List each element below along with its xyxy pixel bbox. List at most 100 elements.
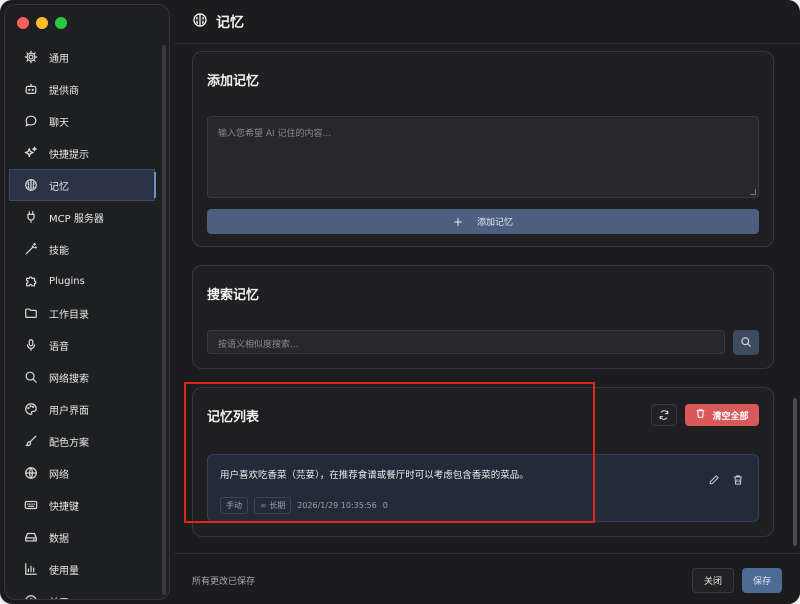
search-icon xyxy=(740,333,752,352)
sidebar-item-label: 工作目录 xyxy=(49,309,89,321)
refresh-button[interactable] xyxy=(651,404,677,426)
add-memory-button-label: 添加记忆 xyxy=(477,218,514,228)
keyboard-icon xyxy=(23,497,39,513)
close-window-button[interactable] xyxy=(17,17,29,29)
search-input[interactable]: 按语义相似度搜索... xyxy=(207,330,725,354)
minimize-window-button[interactable] xyxy=(36,17,48,29)
sidebar-item-skills[interactable]: 技能 xyxy=(5,233,159,265)
page-header: 记忆 xyxy=(174,0,800,44)
sidebar-item-working-directory[interactable]: 工作目录 xyxy=(5,297,159,329)
sidebar-scrollbar[interactable] xyxy=(162,45,166,595)
main-panel: 记忆 添加记忆 输入您希望 AI 记住的内容... + 添加记忆 搜索记忆 按语… xyxy=(174,0,800,604)
bot-icon xyxy=(23,81,39,97)
sidebar-item-label: 网络 xyxy=(49,469,69,481)
search-button[interactable] xyxy=(733,330,759,355)
refresh-icon xyxy=(658,406,670,425)
duration-badge: ∞ 长期 xyxy=(254,497,292,514)
traffic-lights xyxy=(17,17,67,29)
sidebar-item-voice[interactable]: 语音 xyxy=(5,329,159,361)
sidebar-item-label: 关于 xyxy=(49,594,69,600)
sidebar-item-label: 快捷提示 xyxy=(49,149,89,161)
magic-wand-icon xyxy=(23,241,39,257)
list-item[interactable]: 用户喜欢吃香菜（芫荽），在推荐食谱或餐厅时可以考虑包含香菜的菜品。 手动 ∞ 长… xyxy=(207,454,759,522)
close-button[interactable]: 关闭 xyxy=(692,568,734,593)
sidebar-item-quick-prompts[interactable]: 快捷提示 xyxy=(5,137,159,169)
sidebar-item-label: 配色方案 xyxy=(49,437,89,449)
sidebar-item-label: 网络搜索 xyxy=(49,373,89,385)
folder-icon xyxy=(23,305,39,321)
maximize-window-button[interactable] xyxy=(55,17,67,29)
sidebar-item-label: 技能 xyxy=(49,245,69,257)
sidebar-item-general[interactable]: 通用 xyxy=(5,41,159,73)
save-button[interactable]: 保存 xyxy=(742,568,782,593)
sidebar-item-label: 快捷键 xyxy=(49,501,79,513)
sidebar-item-plugins[interactable]: Plugins xyxy=(5,265,159,297)
item-actions xyxy=(708,471,744,490)
add-memory-card: 添加记忆 输入您希望 AI 记住的内容... + 添加记忆 xyxy=(192,51,774,247)
duration-label: 长期 xyxy=(269,501,286,510)
sidebar-item-data[interactable]: 数据 xyxy=(5,521,159,553)
clear-all-label: 清空全部 xyxy=(712,411,749,422)
footer: 所有更改已保存 关闭 保存 xyxy=(174,553,800,604)
sidebar-item-label: 语音 xyxy=(49,341,69,353)
memory-list-card: 记忆列表 清空全部 用户喜欢吃香菜（芫荽），在推荐食谱或餐厅时可以考虑包含香菜的… xyxy=(192,387,774,537)
resize-handle[interactable] xyxy=(750,189,756,195)
sidebar: 通用 提供商 聊天 快捷提示 记忆 MCP 服务器 技能 Plugins 工作目… xyxy=(4,4,170,600)
sidebar-item-providers[interactable]: 提供商 xyxy=(5,73,159,105)
add-memory-button[interactable]: + 添加记忆 xyxy=(207,209,759,234)
trash-icon xyxy=(695,408,712,422)
sidebar-item-label: 使用量 xyxy=(49,565,79,577)
globe-icon xyxy=(23,465,39,481)
memory-list-title: 记忆列表 xyxy=(207,410,260,425)
microphone-icon xyxy=(23,337,39,353)
search-memory-card: 搜索记忆 按语义相似度搜索... xyxy=(192,265,774,369)
brain-icon xyxy=(192,12,208,32)
sidebar-item-user-interface[interactable]: 用户界面 xyxy=(5,393,159,425)
sidebar-item-usage[interactable]: 使用量 xyxy=(5,553,159,585)
chat-bubble-icon xyxy=(23,113,39,129)
sidebar-item-memory[interactable]: 记忆 xyxy=(9,169,156,201)
textarea-placeholder: 输入您希望 AI 记住的内容... xyxy=(218,129,332,139)
timestamp: 2026/1/29 10:35:56 xyxy=(297,501,377,510)
sidebar-item-label: 聊天 xyxy=(49,117,69,129)
sidebar-nav: 通用 提供商 聊天 快捷提示 记忆 MCP 服务器 技能 Plugins 工作目… xyxy=(5,41,159,600)
page-title: 记忆 xyxy=(216,14,244,31)
add-memory-title: 添加记忆 xyxy=(207,74,260,89)
memory-content-textarea[interactable]: 输入您希望 AI 记住的内容... xyxy=(207,116,759,198)
edit-icon[interactable] xyxy=(708,471,720,490)
info-icon xyxy=(23,593,39,599)
sidebar-item-label: 通用 xyxy=(49,53,69,65)
plus-icon: + xyxy=(452,214,464,229)
memory-meta: 手动 ∞ 长期 2026/1/29 10:35:56 0 xyxy=(220,497,388,514)
sparkles-icon xyxy=(23,145,39,161)
brush-icon xyxy=(23,433,39,449)
sidebar-item-shortcuts[interactable]: 快捷键 xyxy=(5,489,159,521)
brain-icon xyxy=(23,177,39,193)
settings-window: 通用 提供商 聊天 快捷提示 记忆 MCP 服务器 技能 Plugins 工作目… xyxy=(0,0,800,604)
sidebar-item-label: 数据 xyxy=(49,533,69,545)
usage-count: 0 xyxy=(382,501,388,510)
sidebar-item-label: 记忆 xyxy=(49,181,69,193)
search-memory-title: 搜索记忆 xyxy=(207,288,260,303)
sidebar-item-label: MCP 服务器 xyxy=(49,213,104,225)
sidebar-item-label: Plugins xyxy=(49,275,85,287)
sidebar-item-about[interactable]: 关于 xyxy=(5,585,159,600)
puzzle-icon xyxy=(23,273,39,289)
sidebar-item-label: 用户界面 xyxy=(49,405,89,417)
drive-icon xyxy=(23,529,39,545)
sidebar-item-network[interactable]: 网络 xyxy=(5,457,159,489)
save-status: 所有更改已保存 xyxy=(192,577,256,587)
search-placeholder: 按语义相似度搜索... xyxy=(218,340,299,350)
sidebar-item-web-search[interactable]: 网络搜索 xyxy=(5,361,159,393)
main-scrollbar[interactable] xyxy=(793,398,797,546)
sidebar-item-color-scheme[interactable]: 配色方案 xyxy=(5,425,159,457)
delete-icon[interactable] xyxy=(732,471,744,490)
bar-chart-icon xyxy=(23,561,39,577)
sidebar-item-chat[interactable]: 聊天 xyxy=(5,105,159,137)
plug-icon xyxy=(23,209,39,225)
gear-icon xyxy=(23,49,39,65)
palette-icon xyxy=(23,401,39,417)
memory-text: 用户喜欢吃香菜（芫荽），在推荐食谱或餐厅时可以考虑包含香菜的菜品。 xyxy=(220,470,529,481)
sidebar-item-mcp-servers[interactable]: MCP 服务器 xyxy=(5,201,159,233)
clear-all-button[interactable]: 清空全部 xyxy=(685,404,759,426)
